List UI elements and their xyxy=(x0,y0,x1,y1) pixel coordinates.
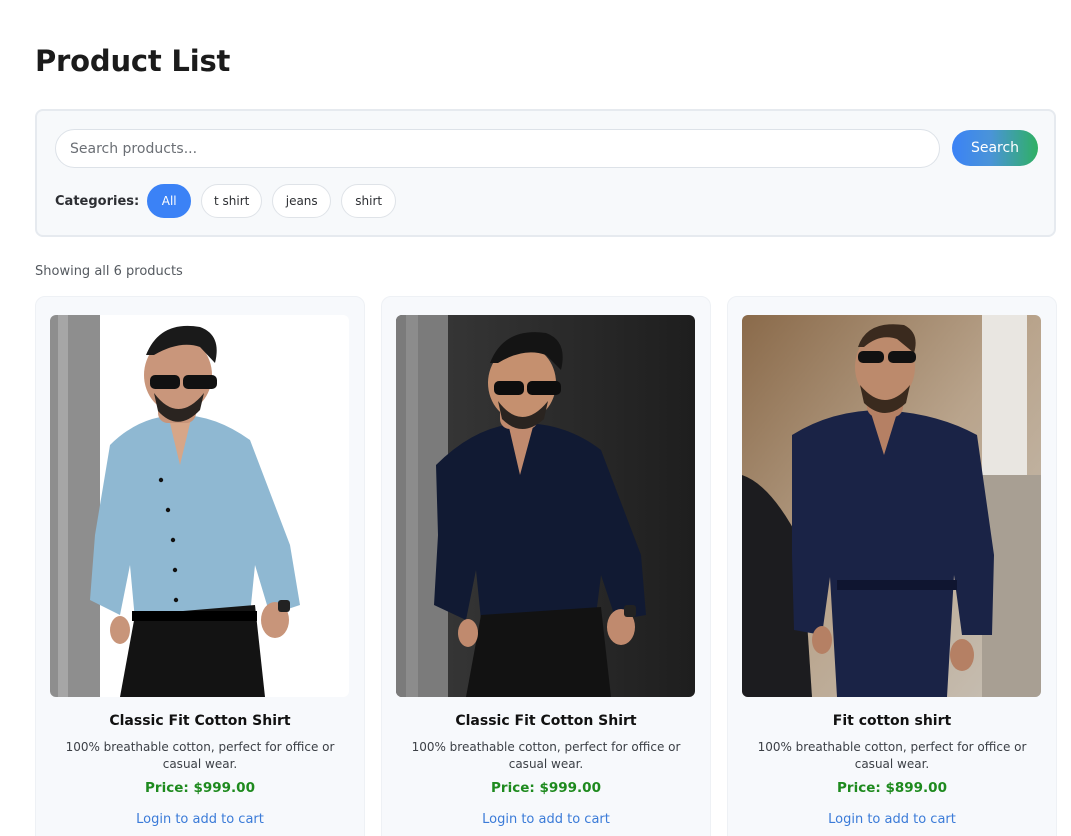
search-input[interactable] xyxy=(55,129,940,168)
page-title: Product List xyxy=(35,44,231,78)
product-name: Classic Fit Cotton Shirt xyxy=(455,713,637,729)
category-chip-jeans[interactable]: jeans xyxy=(272,184,332,218)
product-description: 100% breathable cotton, perfect for offi… xyxy=(65,740,335,771)
product-name: Classic Fit Cotton Shirt xyxy=(109,713,291,729)
product-description: 100% breathable cotton, perfect for offi… xyxy=(411,740,681,771)
categories-label: Categories: xyxy=(55,193,140,209)
category-chip-shirt[interactable]: shirt xyxy=(341,184,397,218)
category-chip-all[interactable]: All xyxy=(147,184,192,218)
product-description: 100% breathable cotton, perfect for offi… xyxy=(757,740,1027,771)
product-image[interactable] xyxy=(396,315,695,697)
product-card: Fit cotton shirt 100% breathable cotton,… xyxy=(727,296,1057,836)
product-list-page: Product List Search Categories: All t sh… xyxy=(0,0,1071,836)
filter-panel: Search Categories: All t shirt jeans shi… xyxy=(35,109,1056,237)
search-button[interactable]: Search xyxy=(952,130,1038,166)
product-price: Price: $899.00 xyxy=(837,780,947,796)
product-image[interactable] xyxy=(742,315,1041,697)
login-to-add-to-cart-link[interactable]: Login to add to cart xyxy=(728,812,1056,827)
product-name: Fit cotton shirt xyxy=(832,713,952,729)
product-card: Classic Fit Cotton Shirt 100% breathable… xyxy=(35,296,365,836)
product-price: Price: $999.00 xyxy=(145,780,255,796)
category-chip-t-shirt[interactable]: t shirt xyxy=(201,184,263,218)
login-to-add-to-cart-link[interactable]: Login to add to cart xyxy=(382,812,710,827)
product-price: Price: $999.00 xyxy=(491,780,601,796)
category-filter: Categories: All t shirt jeans shirt xyxy=(55,184,406,218)
result-count: Showing all 6 products xyxy=(35,264,183,279)
product-card: Classic Fit Cotton Shirt 100% breathable… xyxy=(381,296,711,836)
login-to-add-to-cart-link[interactable]: Login to add to cart xyxy=(36,812,364,827)
product-image[interactable] xyxy=(50,315,349,697)
